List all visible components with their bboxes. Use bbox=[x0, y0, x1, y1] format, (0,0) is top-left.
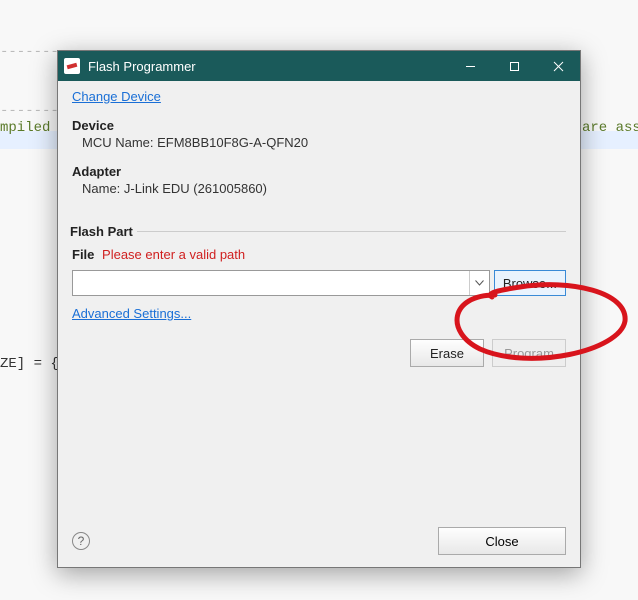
advanced-settings-link[interactable]: Advanced Settings... bbox=[72, 306, 191, 321]
path-row: Browse... bbox=[72, 270, 566, 296]
erase-button[interactable]: Erase bbox=[410, 339, 484, 367]
file-label: File bbox=[72, 247, 94, 262]
help-button[interactable]: ? bbox=[72, 532, 90, 550]
adapter-heading: Adapter bbox=[72, 164, 566, 179]
minimize-button[interactable] bbox=[448, 51, 492, 81]
flash-programmer-dialog: Flash Programmer Change Device Device MC… bbox=[57, 50, 581, 568]
titlebar: Flash Programmer bbox=[58, 51, 580, 81]
file-path-dropdown-toggle[interactable] bbox=[469, 271, 489, 295]
dialog-footer: ? Close bbox=[58, 517, 580, 567]
device-heading: Device bbox=[72, 118, 566, 133]
browse-button[interactable]: Browse... bbox=[494, 270, 566, 296]
program-button: Program bbox=[492, 339, 566, 367]
change-device-link[interactable]: Change Device bbox=[72, 89, 161, 104]
flash-part-group: Flash Part File Please enter a valid pat… bbox=[72, 224, 566, 367]
window-title: Flash Programmer bbox=[88, 59, 196, 74]
file-error-text: Please enter a valid path bbox=[102, 247, 245, 262]
minimize-icon bbox=[465, 61, 476, 72]
file-path-combobox[interactable] bbox=[72, 270, 490, 296]
chevron-down-icon bbox=[475, 280, 484, 286]
close-icon bbox=[553, 61, 564, 72]
maximize-button[interactable] bbox=[492, 51, 536, 81]
flash-action-row: Erase Program bbox=[72, 339, 566, 367]
device-mcu-name: MCU Name: EFM8BB10F8G-A-QFN20 bbox=[82, 135, 566, 150]
close-button[interactable]: Close bbox=[438, 527, 566, 555]
dialog-content: Change Device Device MCU Name: EFM8BB10F… bbox=[58, 81, 580, 567]
file-row: File Please enter a valid path bbox=[72, 247, 566, 262]
file-path-input[interactable] bbox=[73, 271, 469, 295]
maximize-icon bbox=[509, 61, 520, 72]
help-icon: ? bbox=[78, 534, 85, 548]
window-close-button[interactable] bbox=[536, 51, 580, 81]
flash-part-legend: Flash Part bbox=[70, 224, 137, 239]
editor-fragment-ze: ZE] = { bbox=[0, 356, 59, 372]
adapter-name: Name: J-Link EDU (261005860) bbox=[82, 181, 566, 196]
app-icon bbox=[64, 58, 80, 74]
